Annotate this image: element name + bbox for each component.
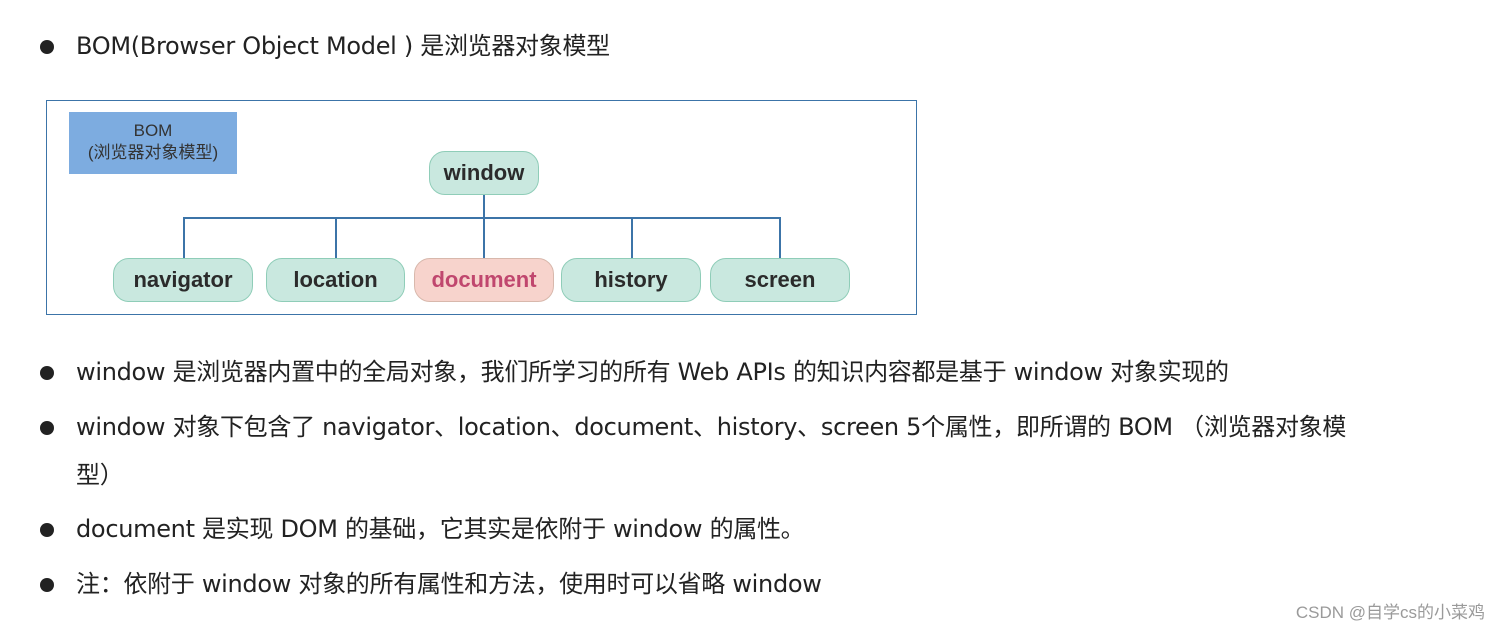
horizontal-connector (183, 217, 781, 219)
node-window: window (429, 151, 539, 195)
watermark: CSDN @自学cs的小菜鸡 (1295, 603, 1485, 622)
child-connector (631, 217, 633, 259)
bom-label-subtitle: (浏览器对象模型) (87, 143, 219, 162)
bullet-text: window 对象下包含了 navigator、location、documen… (76, 413, 1347, 441)
child-connector (779, 217, 781, 259)
bullet-dot (40, 40, 54, 54)
node-location: location (266, 258, 405, 302)
node-document: document (414, 258, 554, 302)
bom-label-title: BOM (133, 121, 173, 140)
bullet-text: 注：依附于 window 对象的所有属性和方法，使用时可以省略 window (76, 570, 822, 598)
bullet-dot (40, 578, 54, 592)
child-connector (183, 217, 185, 259)
intro-text: BOM(Browser Object Model ) 是浏览器对象模型 (76, 32, 610, 60)
node-navigator: navigator (113, 258, 253, 302)
bullet-dot (40, 523, 54, 537)
bullet-text: window 是浏览器内置中的全局对象，我们所学习的所有 Web APIs 的知… (76, 358, 1229, 386)
bom-label: BOM (浏览器对象模型) (69, 112, 237, 174)
bullet-text: document 是实现 DOM 的基础，它其实是依附于 window 的属性。 (76, 515, 805, 543)
child-connector (335, 217, 337, 259)
child-connector (483, 217, 485, 259)
root-connector (483, 195, 485, 219)
bom-diagram: BOM (浏览器对象模型) window navigator location … (46, 100, 917, 315)
bullet-dot (40, 421, 54, 435)
node-history: history (561, 258, 701, 302)
node-screen: screen (710, 258, 850, 302)
bullet-text: 型） (76, 461, 124, 489)
bullet-dot (40, 366, 54, 380)
